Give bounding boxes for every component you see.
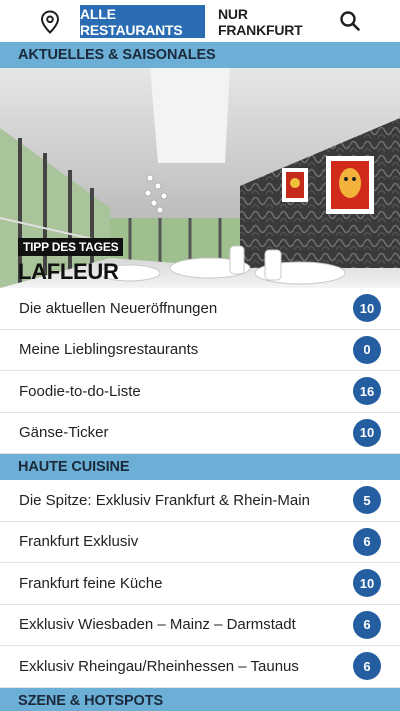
- section-header-haute-cuisine: HAUTE CUISINE: [0, 454, 400, 480]
- list-item-frankfurt-exklusiv[interactable]: Frankfurt Exklusiv 6: [0, 521, 400, 563]
- search-icon[interactable]: [339, 9, 361, 33]
- count-badge: 6: [353, 652, 381, 681]
- list-item-frankfurt-feine-kueche[interactable]: Frankfurt feine Küche 10: [0, 563, 400, 605]
- aktuelles-list: Die aktuellen Neueröffnungen 10 Meine Li…: [0, 288, 400, 454]
- list-item-neueroeffnungen[interactable]: Die aktuellen Neueröffnungen 10: [0, 288, 400, 330]
- featured-restaurant-card[interactable]: TIPP DES TAGES LAFLEUR: [0, 68, 400, 288]
- list-item-label: Meine Lieblingsrestaurants: [19, 341, 199, 359]
- count-badge: 6: [353, 527, 381, 556]
- list-item-die-spitze[interactable]: Die Spitze: Exklusiv Frankfurt & Rhein-M…: [0, 480, 400, 522]
- map-pin-icon[interactable]: [40, 10, 60, 34]
- list-item-label: Foodie-to-do-Liste: [19, 382, 141, 400]
- top-bar: ALLE RESTAURANTS NUR FRANKFURT: [0, 0, 400, 42]
- count-badge: 0: [353, 335, 381, 364]
- list-item-label: Gänse-Ticker: [19, 424, 109, 442]
- list-item-foodie-to-do[interactable]: Foodie-to-do-Liste 16: [0, 371, 400, 413]
- count-badge: 6: [353, 610, 381, 639]
- list-item-label: Exklusiv Rheingau/Rheinhessen – Taunus: [19, 657, 299, 675]
- list-item-label: Frankfurt Exklusiv: [19, 533, 139, 551]
- list-item-label: Frankfurt feine Küche: [19, 574, 163, 592]
- section-header-szene: SZENE & HOTSPOTS: [0, 687, 400, 711]
- list-item-label: Exklusiv Wiesbaden – Mainz – Darmstadt: [19, 616, 296, 634]
- tip-of-the-day-label: TIPP DES TAGES: [18, 238, 124, 256]
- tab-all-restaurants[interactable]: ALLE RESTAURANTS: [80, 5, 205, 38]
- count-badge: 10: [353, 569, 381, 598]
- count-badge: 10: [353, 294, 381, 323]
- tab-only-frankfurt[interactable]: NUR FRANKFURT: [218, 5, 314, 38]
- list-item-lieblingsrestaurants[interactable]: Meine Lieblingsrestaurants 0: [0, 329, 400, 371]
- count-badge: 5: [353, 486, 381, 515]
- count-badge: 16: [353, 377, 381, 406]
- list-item-exklusiv-rheingau[interactable]: Exklusiv Rheingau/Rheinhessen – Taunus 6: [0, 646, 400, 688]
- list-item-gaense-ticker[interactable]: Gänse-Ticker 10: [0, 412, 400, 454]
- count-badge: 10: [353, 418, 381, 447]
- list-item-label: Die Spitze: Exklusiv Frankfurt & Rhein-M…: [19, 491, 310, 509]
- list-item-label: Die aktuellen Neueröffnungen: [19, 299, 218, 317]
- section-header-aktuelles: AKTUELLES & SAISONALES: [0, 42, 400, 68]
- haute-cuisine-list: Die Spitze: Exklusiv Frankfurt & Rhein-M…: [0, 480, 400, 688]
- featured-restaurant-title: LAFLEUR: [18, 259, 119, 284]
- list-item-exklusiv-wiesbaden[interactable]: Exklusiv Wiesbaden – Mainz – Darmstadt 6: [0, 604, 400, 646]
